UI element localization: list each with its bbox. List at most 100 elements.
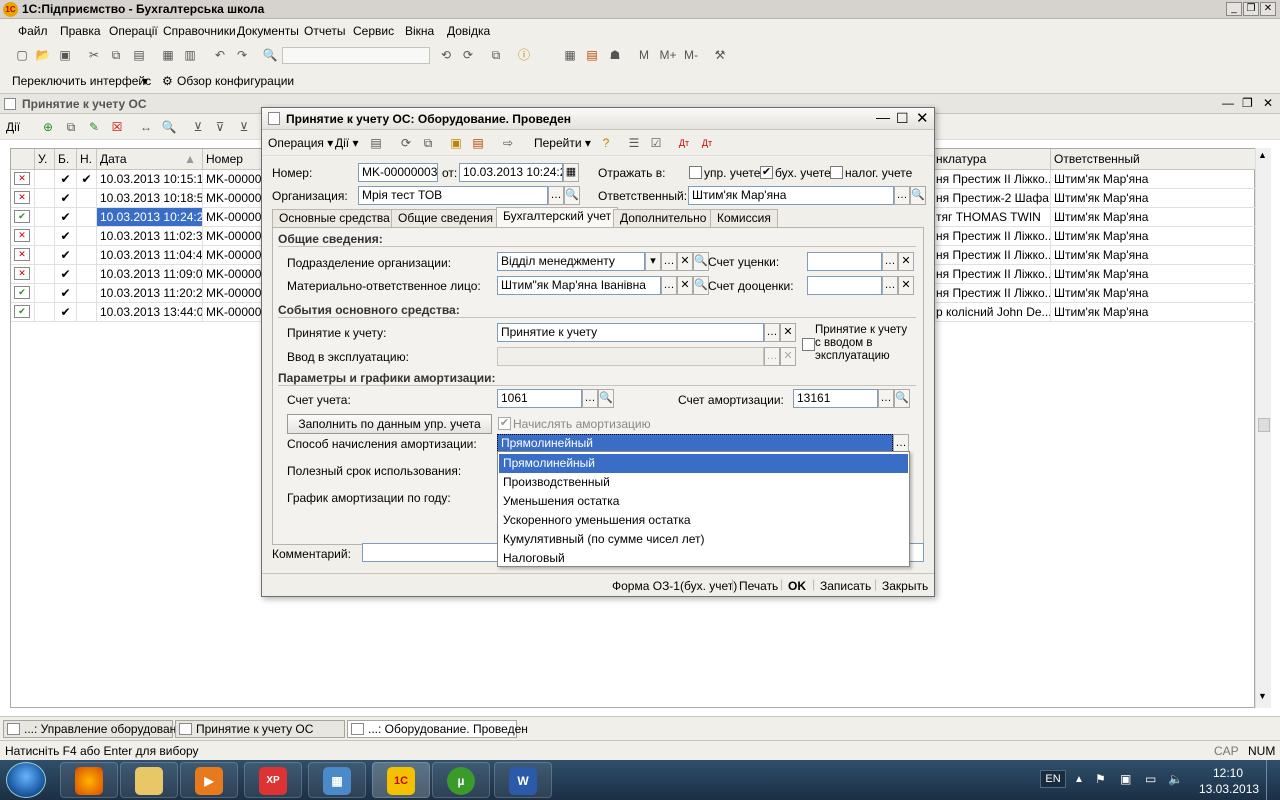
ok-button[interactable]: OK (788, 579, 806, 593)
row-n-cell[interactable] (77, 265, 97, 284)
column-header-nomenclature[interactable]: нклатура (933, 149, 1051, 170)
clear-icon[interactable]: ✕ (677, 276, 693, 295)
dialog-maximize-button[interactable]: ☐ (896, 110, 909, 127)
goto-menu[interactable]: Перейти ▾ (534, 136, 591, 150)
row-u-cell[interactable] (35, 227, 55, 246)
menu-references[interactable]: Справочники (163, 24, 236, 38)
print-button[interactable]: Печать (739, 579, 778, 593)
row-date-cell[interactable]: 10.03.2013 11:20:26 (97, 284, 203, 303)
fill-from-upr-button[interactable]: Заполнить по данным упр. учета (287, 414, 492, 434)
dialog-minimize-button[interactable]: — (876, 109, 890, 125)
taskbar-app[interactable]: XP (244, 762, 302, 798)
row-u-cell[interactable] (35, 170, 55, 189)
select-button[interactable]: … (878, 389, 894, 408)
find-prev-icon[interactable]: ⟳ (460, 47, 476, 63)
menu-documents[interactable]: Документы (237, 24, 299, 38)
menu-windows[interactable]: Вікна (405, 24, 434, 38)
organization-field[interactable]: Мрія тест ТОВ (358, 186, 548, 205)
list-close-button[interactable]: ✕ (1263, 96, 1273, 110)
row-number-cell[interactable]: MK-000000 (203, 189, 263, 208)
show-desktop-button[interactable] (1266, 760, 1280, 800)
list-restore-button[interactable]: ❐ (1242, 96, 1253, 110)
select-button[interactable]: … (882, 276, 898, 295)
dialog-close-button[interactable]: ✕ (916, 109, 929, 127)
row-nomenclature-cell[interactable]: ня Престиж II Ліжко... (933, 246, 1051, 265)
acc-reval-field[interactable] (807, 276, 882, 295)
row-responsible-cell[interactable]: Штим'як Мар'яна (1051, 303, 1256, 322)
column-header-date[interactable]: Дата ▲ (97, 149, 203, 170)
row-b-cell[interactable]: ✔ (55, 170, 77, 189)
row-u-cell[interactable] (35, 189, 55, 208)
minimize-button[interactable]: _ (1226, 2, 1242, 16)
open-search-icon[interactable]: 🔍 (894, 389, 910, 408)
column-header-status[interactable] (11, 149, 35, 170)
volume-icon[interactable]: 🔈 (1168, 772, 1183, 786)
acc-eval-field[interactable] (807, 252, 882, 271)
menu-reports[interactable]: Отчеты (304, 24, 345, 38)
row-u-cell[interactable] (35, 265, 55, 284)
chevron-down-icon[interactable]: ▾ (645, 252, 661, 271)
row-date-cell[interactable]: 10.03.2013 10:18:50 (97, 189, 203, 208)
calculator-icon[interactable]: ▦ (562, 47, 578, 63)
mol-field[interactable]: Штим"як Мар'яна Іванівна (497, 276, 661, 295)
redo-icon[interactable]: ↷ (234, 47, 250, 63)
network-icon[interactable]: ▣ (1120, 772, 1131, 786)
search-input[interactable] (282, 47, 430, 64)
print-icon[interactable]: ▦ (160, 47, 176, 63)
calendar-icon[interactable]: ▤ (584, 47, 600, 63)
column-header-responsible[interactable]: Ответственный (1051, 149, 1256, 170)
tab-general[interactable]: Общие сведения (391, 209, 500, 227)
send-icon[interactable]: ⇨ (500, 135, 516, 151)
open-search-icon[interactable]: 🔍 (910, 186, 926, 205)
based-on-icon[interactable]: ▣ (448, 135, 464, 151)
with-commission-checkbox[interactable] (802, 338, 815, 351)
row-number-cell[interactable]: MK-000000 (203, 170, 263, 189)
row-number-cell[interactable]: MK-000000 (203, 265, 263, 284)
row-nomenclature-cell[interactable]: р колісний John De... (933, 303, 1051, 322)
copy-icon[interactable]: ⧉ (108, 47, 124, 63)
list-scrollbar[interactable]: ▲ ▼ (1255, 148, 1271, 708)
row-b-cell[interactable]: ✔ (55, 208, 77, 227)
row-u-cell[interactable] (35, 246, 55, 265)
select-button[interactable]: … (548, 186, 564, 205)
open-search-icon[interactable]: 🔍 (693, 276, 709, 295)
operation-menu[interactable]: Операция ▾ (268, 136, 333, 150)
dropdown-option[interactable]: Уменьшения остатка (499, 492, 908, 511)
config-review-button[interactable]: Обзор конфигурации (177, 74, 294, 88)
taskbar-app[interactable] (60, 762, 118, 798)
amort-account-field[interactable]: 13161 (793, 389, 878, 408)
dropdown-option[interactable]: Кумулятивный (по сумме чисел лет) (499, 530, 908, 549)
row-responsible-cell[interactable]: Штим'як Мар'яна (1051, 284, 1256, 303)
select-button[interactable]: … (764, 323, 780, 342)
row-n-cell[interactable] (77, 227, 97, 246)
department-field[interactable]: Відділ менеджменту (497, 252, 645, 271)
memory-m-icon[interactable]: M (636, 47, 652, 63)
help-icon[interactable]: ? (598, 135, 614, 151)
row-responsible-cell[interactable]: Штим'як Мар'яна (1051, 265, 1256, 284)
row-number-cell[interactable]: MK-000000 (203, 208, 263, 227)
taskbar-app-active[interactable]: 1С (372, 762, 430, 798)
row-n-cell[interactable]: ✔ (77, 170, 97, 189)
memory-minus-icon[interactable]: M- (681, 47, 701, 63)
list-view-icon[interactable]: ☰ (626, 135, 642, 151)
memory-plus-icon[interactable]: M+ (658, 47, 678, 63)
list-actions-menu[interactable]: Дії (6, 120, 20, 134)
flag-icon[interactable]: ⚑ (1095, 772, 1106, 786)
tab-fixed-assets[interactable]: Основные средства (272, 209, 397, 227)
row-date-cell[interactable]: 10.03.2013 13:44:06 (97, 303, 203, 322)
edit-icon[interactable]: ✎ (86, 119, 102, 135)
row-date-cell[interactable]: 10.03.2013 11:09:07 (97, 265, 203, 284)
row-n-cell[interactable] (77, 208, 97, 227)
save-icon[interactable]: ▣ (57, 47, 73, 63)
clear-icon[interactable]: ✕ (780, 323, 796, 342)
responsible-field[interactable]: Штим'як Мар'яна (688, 186, 894, 205)
tab-commission[interactable]: Комиссия (710, 209, 778, 227)
row-n-cell[interactable] (77, 189, 97, 208)
scroll-thumb[interactable] (1258, 418, 1270, 432)
filter-clear-icon[interactable]: ⊽ (212, 119, 228, 135)
row-status-cell[interactable]: ✕ (11, 265, 35, 284)
switch-interface-button[interactable]: Переключить интерфейс (12, 74, 151, 88)
account-field[interactable]: 1061 (497, 389, 582, 408)
dt-kt-n-icon[interactable]: Дт (699, 135, 715, 151)
windows-icon[interactable]: ⧉ (488, 47, 504, 63)
